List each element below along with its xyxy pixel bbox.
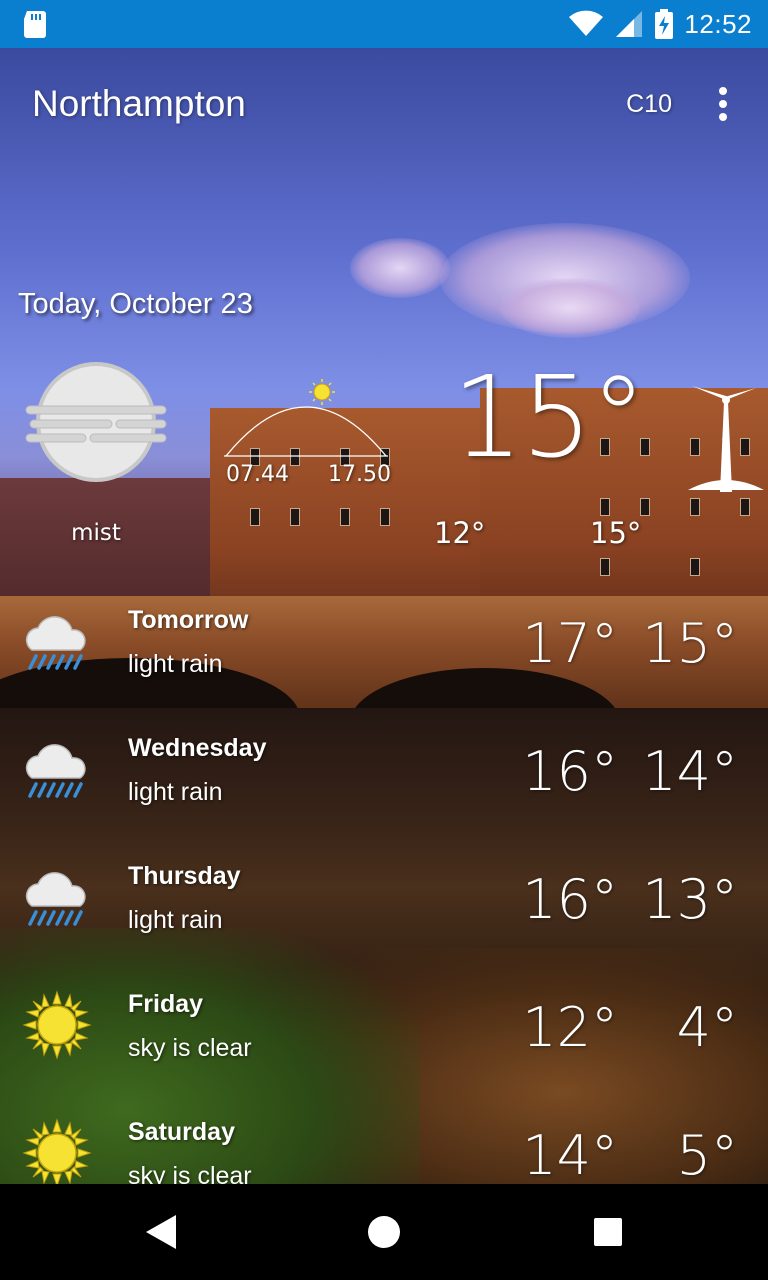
current-condition: mist <box>71 520 121 546</box>
mist-icon <box>25 362 167 482</box>
forecast-day: Friday <box>128 990 204 1018</box>
forecast-desc: light rain <box>128 906 223 934</box>
more-vert-icon[interactable] <box>718 87 728 121</box>
navigation-bar <box>0 1184 768 1280</box>
forecast-day: Wednesday <box>128 734 267 762</box>
forecast-day: Thursday <box>128 862 241 890</box>
back-icon[interactable] <box>142 1212 182 1252</box>
wind-turbine-icon <box>688 386 764 492</box>
rain-cloud-icon <box>25 616 86 670</box>
forecast-high: 17° <box>522 612 618 675</box>
forecast-high: 14° <box>522 1124 618 1184</box>
home-icon[interactable] <box>368 1216 400 1248</box>
sd-card-icon <box>24 11 46 38</box>
forecast-day: Saturday <box>128 1118 235 1146</box>
rain-cloud-icon <box>25 744 86 798</box>
forecast-desc: sky is clear <box>128 1034 252 1062</box>
recents-icon[interactable] <box>594 1218 622 1246</box>
forecast-low: 13° <box>642 868 738 931</box>
app-bar: Northampton C10 <box>0 48 768 160</box>
current-date: Today, October 23 <box>18 288 253 320</box>
forecast-low: 4° <box>676 996 738 1059</box>
today-high: 15° <box>590 516 642 550</box>
forecast-high: 16° <box>522 868 618 931</box>
forecast-high: 12° <box>522 996 618 1059</box>
forecast-row[interactable]: Wednesday light rain 16° 14° <box>0 720 768 848</box>
sunset-time: 17.50 <box>328 462 391 487</box>
current-temperature: 15° <box>452 353 647 483</box>
sun-icon <box>22 990 92 1060</box>
forecast-desc: light rain <box>128 778 223 806</box>
forecast-day: Tomorrow <box>128 606 249 634</box>
forecast-high: 16° <box>522 740 618 803</box>
wifi-icon <box>569 10 604 36</box>
forecast-low: 14° <box>642 740 738 803</box>
signal-icon <box>616 11 643 37</box>
sunrise-time: 07.44 <box>226 462 289 487</box>
forecast-row[interactable]: Friday sky is clear 12° 4° <box>0 976 768 1104</box>
sun-icon <box>22 1118 92 1184</box>
city-title[interactable]: Northampton <box>32 83 246 125</box>
forecast-desc: light rain <box>128 650 223 678</box>
status-time: 12:52 <box>684 8 752 39</box>
status-bar: 12:52 <box>0 0 768 48</box>
today-low: 12° <box>434 516 486 550</box>
forecast-row[interactable]: Thursday light rain 16° 13° <box>0 848 768 976</box>
rain-cloud-icon <box>25 872 86 926</box>
sun-arc-icon <box>224 379 388 457</box>
forecast-desc: sky is clear <box>128 1162 252 1184</box>
forecast-low: 15° <box>642 612 738 675</box>
forecast-list[interactable]: Tomorrow light rain 17° 15° Wednesday li… <box>0 592 768 1184</box>
forecast-low: 5° <box>676 1124 738 1184</box>
forecast-row[interactable]: Tomorrow light rain 17° 15° <box>0 592 768 720</box>
battery-charging-icon <box>655 9 674 39</box>
forecast-row[interactable]: Saturday sky is clear 14° 5° <box>0 1104 768 1184</box>
units-button[interactable]: C10 <box>626 90 672 119</box>
